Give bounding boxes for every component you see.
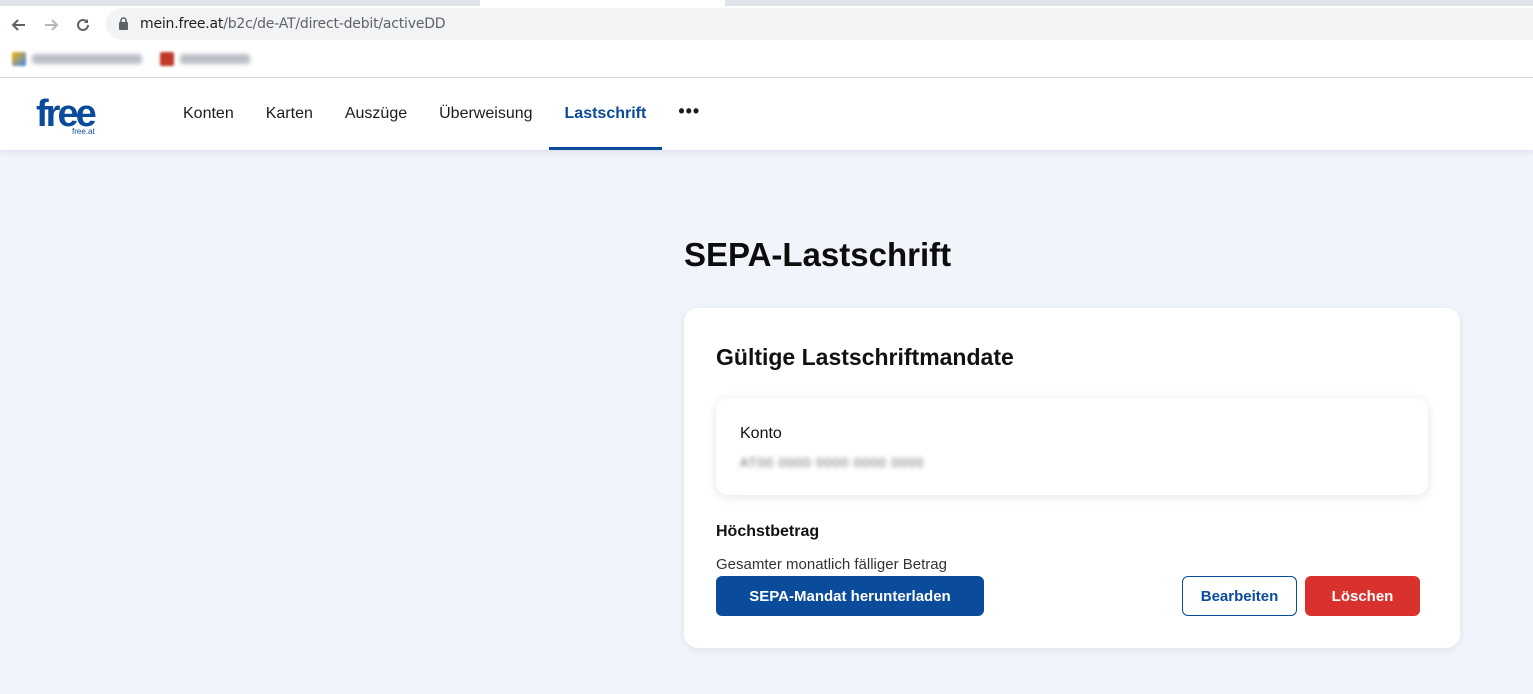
download-mandate-button[interactable]: SEPA-Mandat herunterladen (716, 576, 984, 616)
url-host: mein.free.at (140, 16, 224, 32)
more-menu-icon[interactable]: ••• (662, 78, 716, 150)
nav-item-lastschrift[interactable]: Lastschrift (548, 78, 663, 150)
delete-button[interactable]: Löschen (1305, 576, 1420, 616)
hoechstbetrag-description: Gesamter monatlich fälliger Betrag (716, 556, 947, 573)
nav-item-auszuege[interactable]: Auszüge (329, 78, 423, 150)
page-title: SEPA-Lastschrift (684, 236, 952, 273)
app-header: free free.at Konten Karten Auszüge Überw… (0, 78, 1533, 150)
bookmark-favicon-icon (160, 52, 174, 66)
konto-label: Konto (740, 425, 782, 442)
nav-item-ueberweisung[interactable]: Überweisung (423, 78, 548, 150)
address-bar[interactable]: mein.free.at/b2c/de-AT/direct-debit/acti… (106, 8, 1533, 40)
lock-icon (118, 17, 129, 35)
forward-arrow-icon[interactable] (40, 14, 62, 36)
mandate-card: Gültige Lastschriftmandate Konto AT00 00… (684, 308, 1460, 648)
back-arrow-icon[interactable] (8, 14, 30, 36)
bookmarks-bar (0, 42, 1533, 78)
nav-item-karten[interactable]: Karten (250, 78, 329, 150)
bookmark-label-redacted (32, 54, 142, 64)
browser-toolbar: mein.free.at/b2c/de-AT/direct-debit/acti… (0, 6, 1533, 42)
hoechstbetrag-label: Höchstbetrag (716, 523, 820, 540)
konto-iban-redacted: AT00 0000 0000 0000 0000 (740, 455, 925, 470)
main-nav: Konten Karten Auszüge Überweisung Lastsc… (167, 78, 716, 150)
url-text: mein.free.at/b2c/de-AT/direct-debit/acti… (140, 16, 446, 32)
konto-box: Konto AT00 0000 0000 0000 0000 (716, 398, 1428, 495)
reload-icon[interactable] (72, 14, 94, 36)
bookmark-label-redacted (180, 54, 250, 64)
svg-text:free.at: free.at (72, 127, 95, 136)
nav-item-konten[interactable]: Konten (167, 78, 250, 150)
card-title: Gültige Lastschriftmandate (716, 344, 1014, 370)
bookmark-favicon-icon (12, 52, 26, 66)
edit-button[interactable]: Bearbeiten (1182, 576, 1297, 616)
free-logo[interactable]: free free.at (36, 93, 131, 136)
url-path: /b2c/de-AT/direct-debit/activeDD (223, 16, 446, 32)
bookmark-item[interactable] (12, 51, 142, 67)
bookmark-item[interactable] (160, 51, 250, 67)
